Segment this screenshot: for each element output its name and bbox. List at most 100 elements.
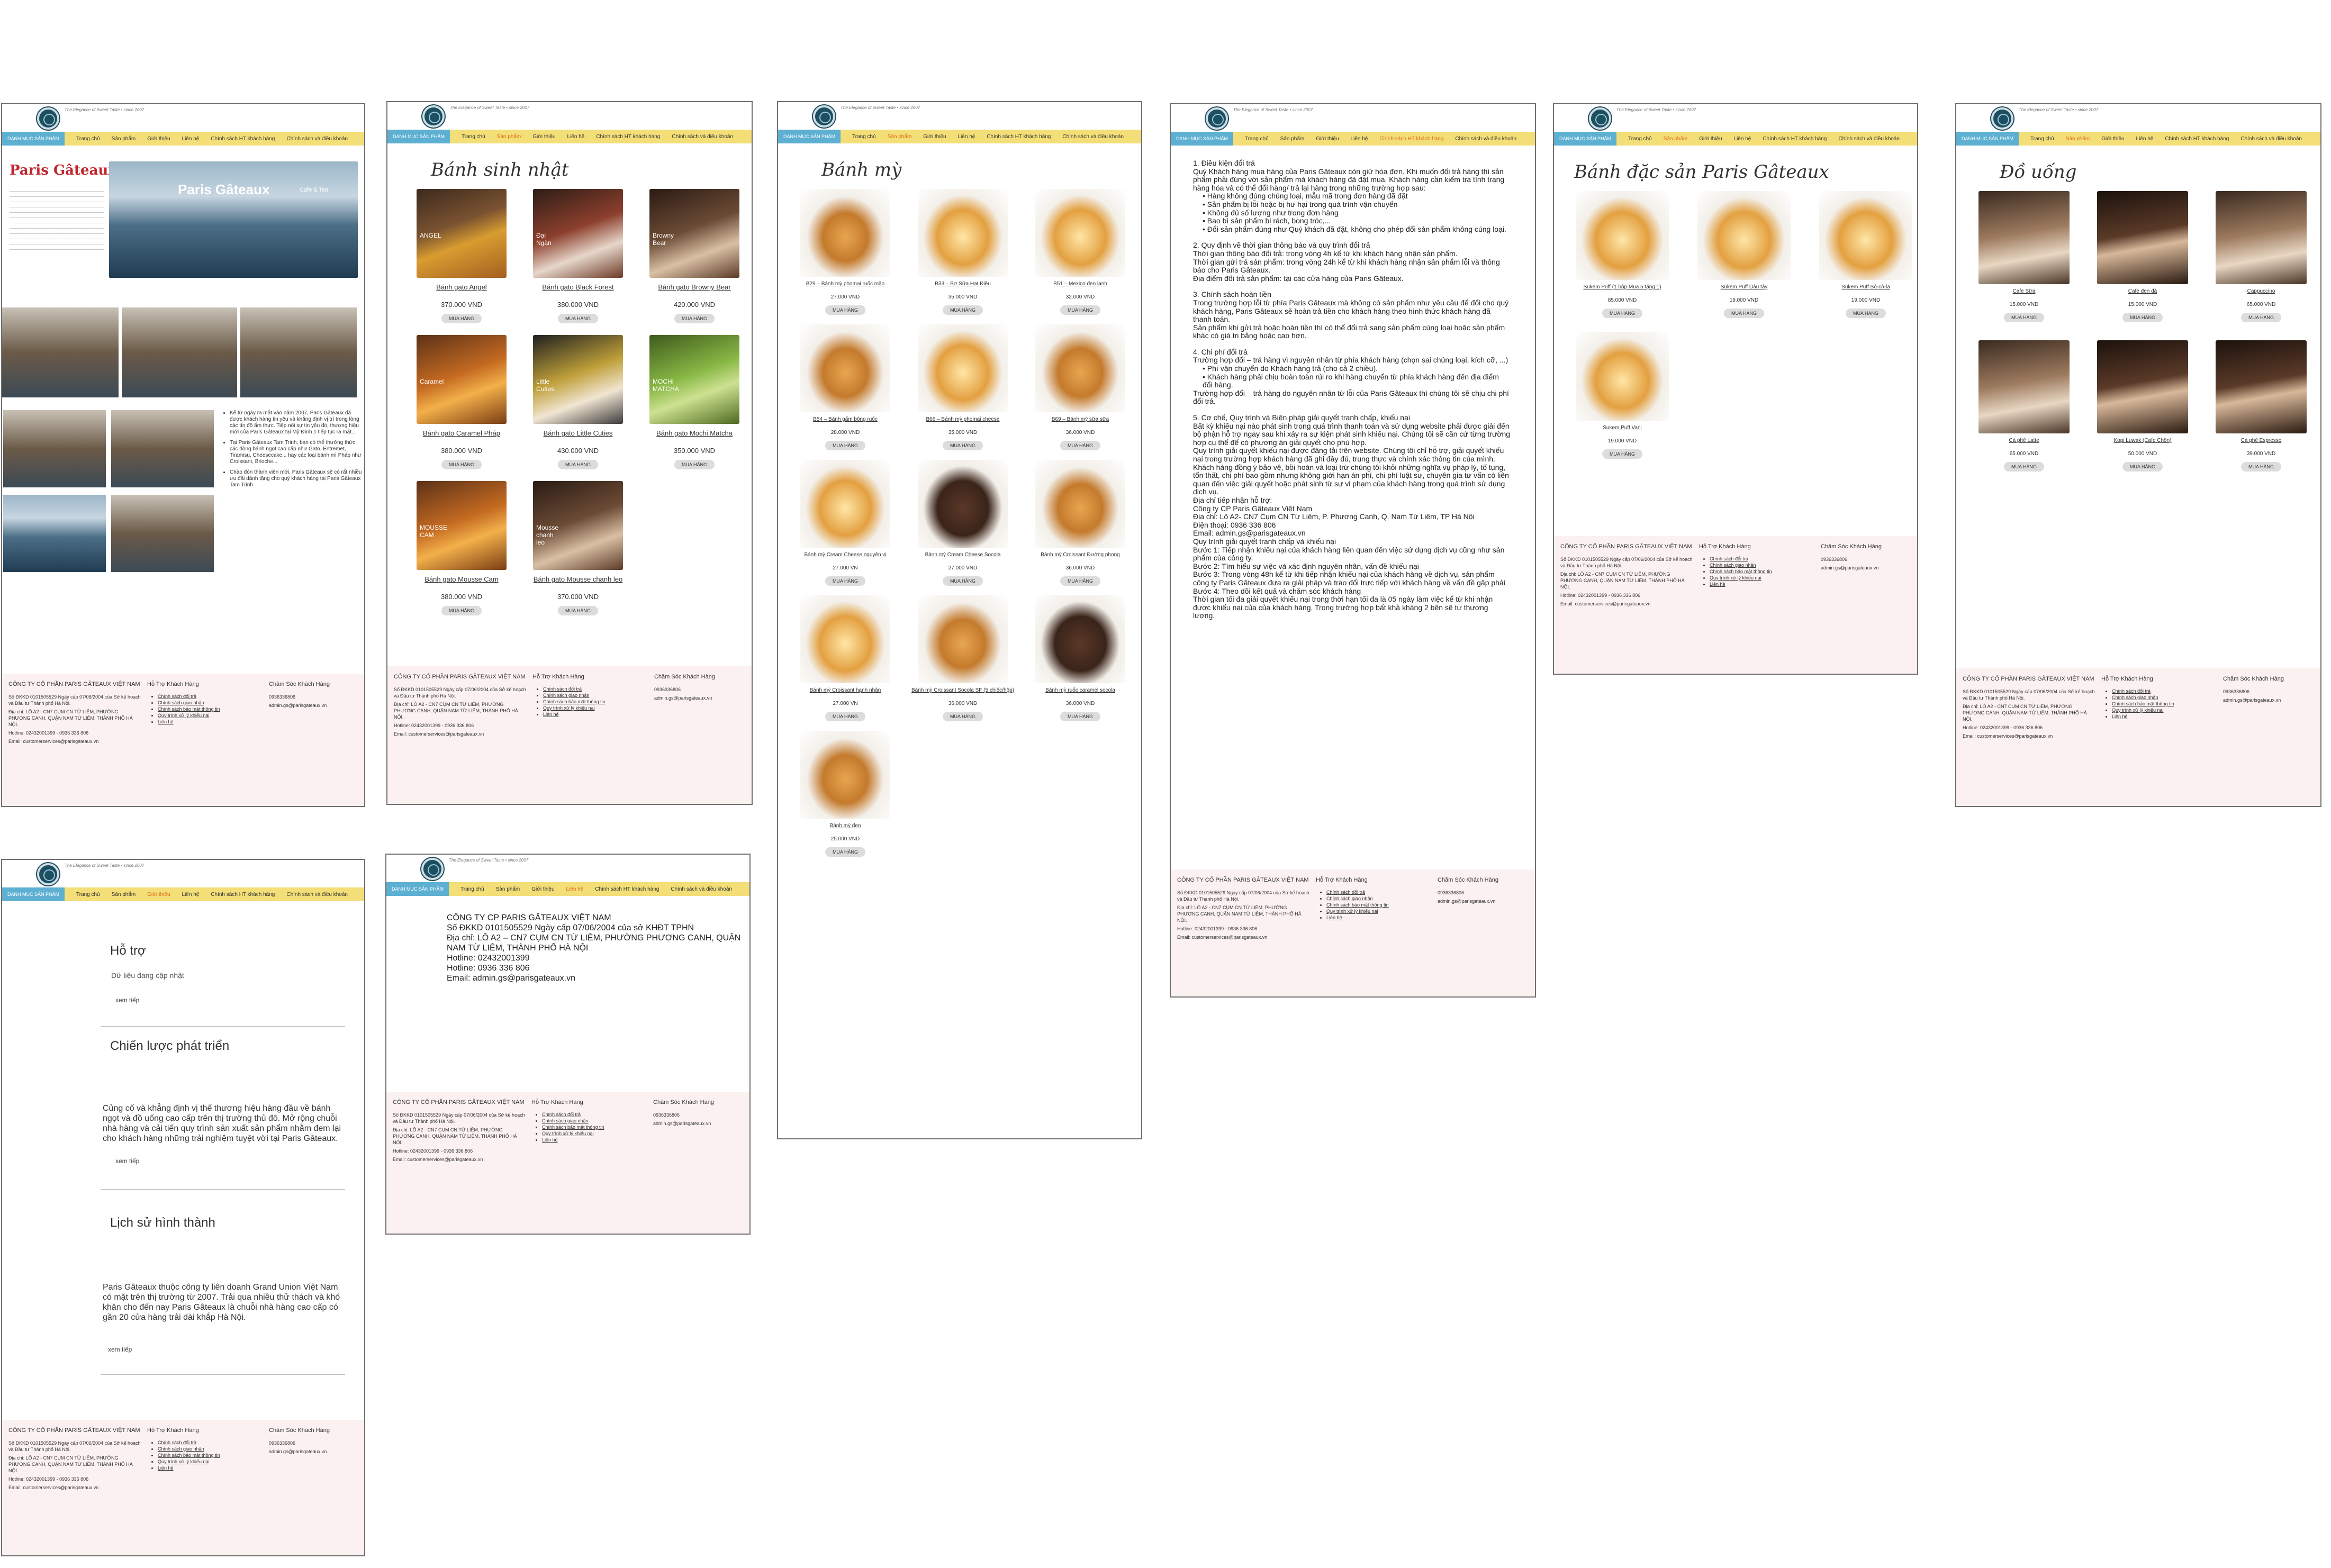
footer-care-email[interactable]: admin.gs@parisgateaux.vn (2223, 697, 2318, 703)
footer-link[interactable]: Chính sách giao nhận (543, 693, 638, 698)
read-more-link[interactable]: xem tiếp (115, 1157, 139, 1165)
product-image[interactable] (1978, 191, 2070, 284)
nav-item[interactable]: Sản phẩm (2066, 136, 2090, 142)
buy-button[interactable]: MUA HÀNG (1060, 576, 1100, 586)
buy-button[interactable]: MUA HÀNG (825, 576, 865, 586)
footer-link[interactable]: Quy trình xử lý khiếu nại (542, 1131, 637, 1136)
footer-link[interactable]: Chính sách đổi trả (1710, 556, 1805, 561)
product-image[interactable] (1978, 340, 2070, 433)
nav-item[interactable]: Trang chủ (460, 886, 484, 892)
nav-item[interactable]: Giới thiệu (147, 892, 170, 898)
product-image[interactable] (800, 731, 890, 819)
product-name[interactable]: Bánh gato Mousse Cam (403, 575, 520, 583)
nav-item[interactable]: Sản phẩm (112, 136, 136, 142)
product-image[interactable] (800, 595, 890, 683)
nav-item[interactable]: Chính sách và điều khoản (672, 134, 733, 140)
category-menu-button[interactable]: DANH MỤC SẢN PHẨM (1171, 132, 1234, 146)
nav-item[interactable]: Sản phẩm (1664, 136, 1688, 142)
product-image[interactable] (2216, 191, 2307, 284)
category-menu-button[interactable]: DANH MỤC SẢN PHẨM (386, 882, 449, 896)
nav-item[interactable]: Giới thiệu (147, 136, 170, 142)
footer-email[interactable]: Email: customerservices@parisgateaux.vn (1177, 934, 1309, 940)
product-image[interactable] (1035, 595, 1125, 683)
product-name[interactable]: Cafe đen đá (2083, 288, 2202, 294)
product-name[interactable]: Bánh gato Mousse chanh leo (520, 575, 636, 583)
brand-logo[interactable] (1991, 107, 2013, 130)
buy-button[interactable]: MUA HÀNG (441, 460, 482, 469)
product-image[interactable] (918, 460, 1008, 548)
footer-care-email[interactable]: admin.gs@parisgateaux.vn (653, 1120, 748, 1127)
product-image[interactable]: Caramel (417, 335, 507, 424)
product-image[interactable] (2097, 340, 2188, 433)
nav-item[interactable]: Chính sách và điều khoản (1062, 134, 1124, 140)
nav-item[interactable]: Trang chủ (76, 136, 100, 142)
buy-button[interactable]: MUA HÀNG (441, 314, 482, 323)
buy-button[interactable]: MUA HÀNG (1060, 712, 1100, 721)
nav-item[interactable]: Giới thiệu (1699, 136, 1722, 142)
product-name[interactable]: Bánh gato Mochi Matcha (636, 429, 752, 437)
product-image[interactable] (918, 189, 1008, 277)
buy-button[interactable]: MUA HÀNG (1060, 441, 1100, 450)
footer-link[interactable]: Quy trình xử lý khiếu nại (543, 705, 638, 711)
product-name[interactable]: Bánh mỳ ruốc caramel socola (1022, 687, 1139, 693)
footer-link[interactable]: Quy trình xử lý khiếu nại (158, 713, 253, 718)
footer-care-email[interactable]: admin.gs@parisgateaux.vn (269, 702, 364, 709)
footer-care-email[interactable]: admin.gs@parisgateaux.vn (654, 695, 749, 701)
product-image[interactable] (1035, 460, 1125, 548)
product-image[interactable] (918, 595, 1008, 683)
footer-link[interactable]: Quy trình xử lý khiếu nại (1710, 575, 1805, 581)
footer-link[interactable]: Liên hệ (2112, 714, 2207, 719)
product-image[interactable] (2097, 191, 2188, 284)
nav-item[interactable]: Chính sách và điều khoản (286, 136, 348, 142)
product-image[interactable] (800, 460, 890, 548)
footer-link[interactable]: Chính sách bảo mật thông tin (1710, 569, 1805, 574)
category-menu-button[interactable]: DANH MỤC SẢN PHẨM (1956, 132, 2019, 146)
product-image[interactable]: Mousse chanh leo (533, 481, 623, 570)
buy-button[interactable]: MUA HÀNG (2003, 462, 2044, 472)
footer-link[interactable]: Chính sách đổi trả (1326, 890, 1422, 895)
product-name[interactable]: B69 – Bánh mỳ sữa sữa (1022, 416, 1139, 422)
product-name[interactable]: Bánh mỳ Cream Cheese Socola (904, 552, 1022, 558)
nav-item[interactable]: Sản phẩm (112, 892, 136, 898)
footer-link[interactable]: Chính sách bảo mật thông tin (158, 706, 253, 712)
nav-item[interactable]: Trang chủ (852, 134, 876, 140)
nav-item[interactable]: Trang chủ (2030, 136, 2054, 142)
footer-link[interactable]: Liên hệ (1710, 582, 1805, 587)
footer-link[interactable]: Chính sách bảo mật thông tin (2112, 701, 2207, 706)
buy-button[interactable]: MUA HÀNG (674, 314, 715, 323)
category-menu-button[interactable]: DANH MỤC SẢN PHẨM (778, 130, 841, 143)
nav-item[interactable]: Chính sách HT khách hàng (1763, 136, 1827, 142)
buy-button[interactable]: MUA HÀNG (557, 314, 598, 323)
product-name[interactable]: Bánh mỳ Croissant Socola SF (5 chiếc/hộp… (904, 687, 1022, 693)
buy-button[interactable]: MUA HÀNG (1602, 449, 1642, 459)
nav-item[interactable]: Trang chủ (1628, 136, 1652, 142)
product-name[interactable]: B29 – Bánh mỳ phomai ruốc mặn (787, 281, 904, 287)
buy-button[interactable]: MUA HÀNG (825, 847, 865, 857)
footer-email[interactable]: Email: customerservices@parisgateaux.vn (8, 738, 141, 745)
product-name[interactable]: Bánh mỳ Croissant hạnh nhân (787, 687, 904, 693)
footer-link[interactable]: Chính sách giao nhận (1326, 896, 1422, 901)
footer-link[interactable]: Chính sách đổi trả (158, 1440, 253, 1445)
nav-item[interactable]: Giới thiệu (2101, 136, 2124, 142)
nav-item[interactable]: Liên hệ (182, 892, 200, 898)
nav-item[interactable]: Chính sách HT khách hàng (987, 134, 1051, 140)
product-name[interactable]: B66 – Bánh mỳ phomai cheese (904, 416, 1022, 422)
product-image[interactable]: MOCHI MATCHA (649, 335, 739, 424)
nav-item[interactable]: Giới thiệu (532, 134, 555, 140)
nav-item[interactable]: Liên hệ (567, 134, 585, 140)
brand-logo[interactable] (1206, 107, 1228, 130)
product-name[interactable]: Sukem Puff Vani (1561, 425, 1683, 431)
buy-button[interactable]: MUA HÀNG (1602, 309, 1642, 318)
footer-link[interactable]: Chính sách bảo mật thông tin (542, 1125, 637, 1130)
nav-item[interactable]: Sản phẩm (1280, 136, 1305, 142)
nav-item[interactable]: Liên hệ (566, 886, 584, 892)
footer-care-email[interactable]: admin.gs@parisgateaux.vn (1438, 898, 1533, 904)
nav-item[interactable]: Liên hệ (2136, 136, 2154, 142)
product-image[interactable] (800, 189, 890, 277)
product-name[interactable]: Cafe Sữa (1965, 288, 2083, 294)
buy-button[interactable]: MUA HÀNG (825, 305, 865, 315)
buy-button[interactable]: MUA HÀNG (2003, 313, 2044, 322)
product-name[interactable]: Sukem Puff Dâu tây (1683, 284, 1805, 290)
buy-button[interactable]: MUA HÀNG (2122, 462, 2163, 472)
buy-button[interactable]: MUA HÀNG (674, 460, 715, 469)
